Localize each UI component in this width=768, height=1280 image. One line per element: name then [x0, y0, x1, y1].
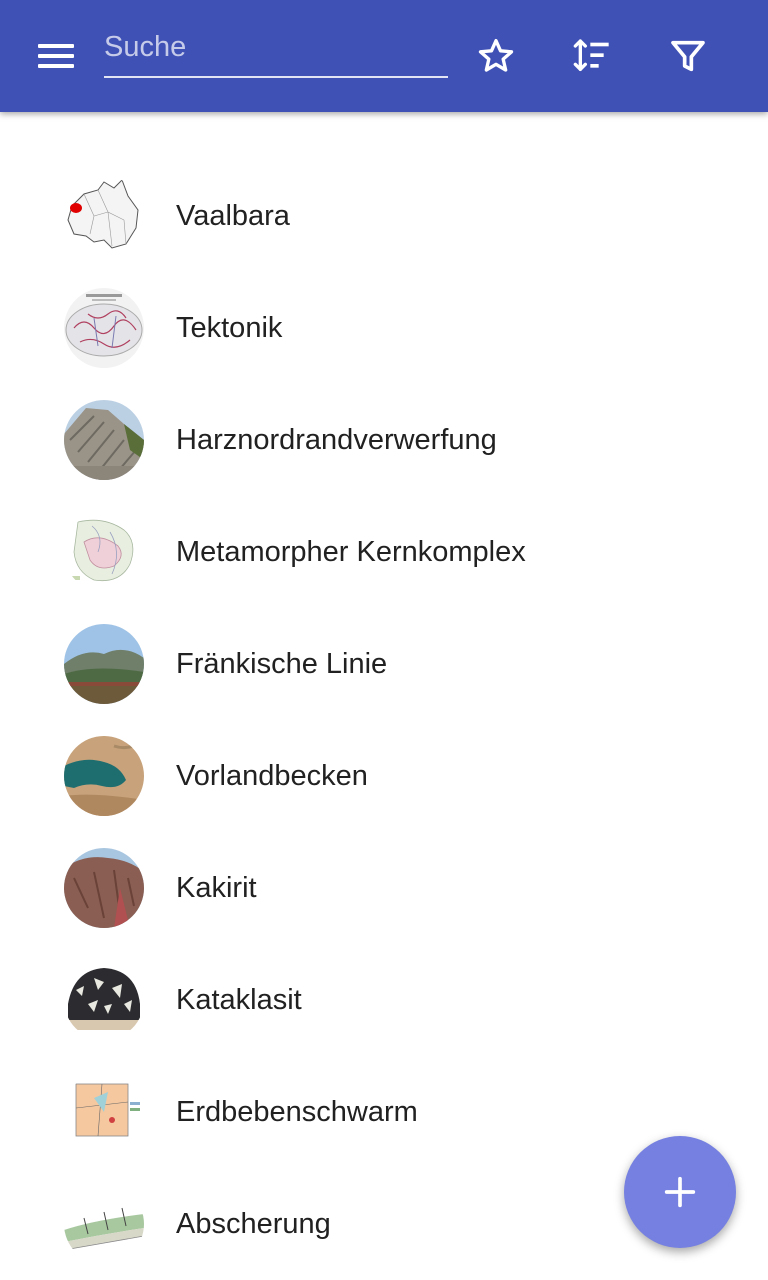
favorites-button[interactable] — [464, 24, 528, 88]
list-item[interactable]: Kataklasit — [0, 944, 768, 1056]
list-item-label: Kataklasit — [176, 984, 302, 1016]
list-item-label: Fränkische Linie — [176, 648, 388, 680]
add-button[interactable] — [624, 1136, 736, 1248]
list-item[interactable]: Vorlandbecken — [0, 720, 768, 832]
cliff-photo-thumbnail — [64, 848, 144, 928]
filter-button[interactable] — [656, 24, 720, 88]
star-outline-icon — [478, 39, 514, 72]
rock-outcrop-photo-thumbnail — [64, 400, 144, 480]
list-item[interactable]: Metamorpher Kernkomplex — [0, 496, 768, 608]
list-item[interactable]: Vaalbara — [0, 160, 768, 272]
australia-map-thumbnail — [64, 176, 144, 256]
plus-icon — [664, 1176, 696, 1208]
list-item[interactable]: Fränkische Linie — [0, 608, 768, 720]
list-item-label: Vorlandbecken — [176, 760, 368, 792]
list-item[interactable]: Harznordrandverwerfung — [0, 384, 768, 496]
landscape-photo-thumbnail — [64, 624, 144, 704]
list-item-label: Kakirit — [176, 872, 257, 904]
list-item-label: Tektonik — [176, 312, 283, 344]
list-item-label: Harznordrandverwerfung — [176, 424, 497, 456]
app-bar — [0, 0, 768, 112]
satellite-image-thumbnail — [64, 736, 144, 816]
list-item[interactable]: Kakirit — [0, 832, 768, 944]
cross-section-diagram-thumbnail — [64, 1184, 144, 1264]
list-item-label: Abscherung — [176, 1208, 331, 1240]
list-item-label: Vaalbara — [176, 200, 290, 232]
sort-button[interactable] — [560, 24, 624, 88]
hamburger-menu-icon[interactable] — [24, 28, 88, 84]
filter-icon — [671, 40, 705, 72]
earthquake-diagram-thumbnail — [64, 1072, 144, 1152]
search-field[interactable] — [104, 18, 448, 82]
rock-sample-photo-thumbnail — [64, 960, 144, 1040]
sort-icon — [573, 39, 609, 72]
world-tectonic-map-thumbnail — [64, 288, 144, 368]
geologic-map-thumbnail — [64, 512, 144, 592]
search-input[interactable] — [104, 18, 448, 78]
list-item-label: Metamorpher Kernkomplex — [176, 536, 526, 568]
list-item[interactable]: Tektonik — [0, 272, 768, 384]
list-item-label: Erdbebenschwarm — [176, 1096, 418, 1128]
